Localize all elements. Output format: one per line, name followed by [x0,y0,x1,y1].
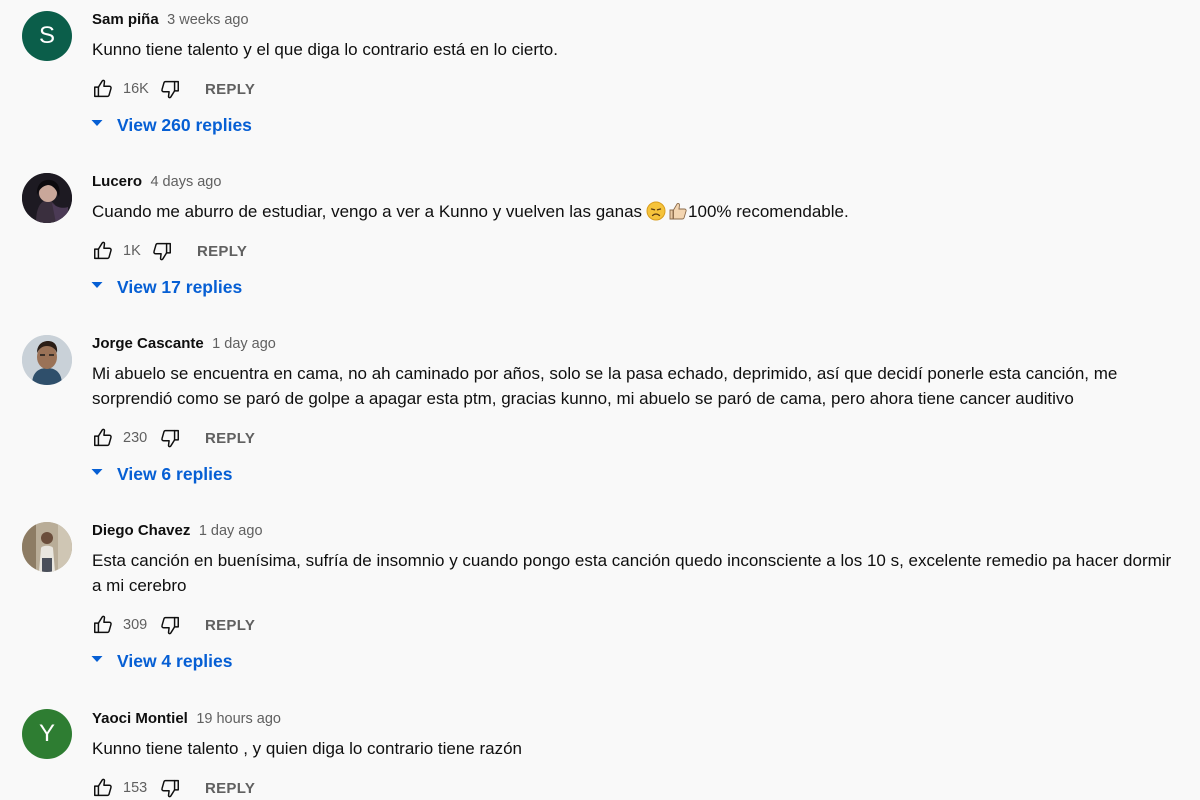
comment-timestamp[interactable]: 4 days ago [150,174,221,190]
comment-timestamp[interactable]: 19 hours ago [196,711,281,727]
author-name[interactable]: Lucero [92,173,142,190]
view-replies-button[interactable]: View 17 replies [90,275,242,299]
comment-actions: 153 REPLY [92,776,255,800]
comment-body: Yaoci Montiel 19 hours ago Kunno tiene t… [92,708,1172,761]
comment-header: Sam piña 3 weeks ago [92,9,1172,31]
thumbs-up-emoji [668,201,688,228]
view-replies-label: View 6 replies [117,463,233,484]
reply-button[interactable]: REPLY [197,243,247,260]
comment-timestamp[interactable]: 3 weeks ago [167,12,248,28]
view-replies-button[interactable]: View 260 replies [90,113,252,137]
comment-header: Diego Chavez 1 day ago [92,520,1172,542]
like-count: 16K [123,81,149,97]
author-name[interactable]: Jorge Cascante [92,335,204,352]
thumb-down-icon[interactable] [151,240,173,262]
comment-timestamp[interactable]: 1 day ago [212,336,276,352]
disappointed-face-emoji [646,201,666,228]
comment-actions: 309 REPLY [92,613,255,637]
view-replies-button[interactable]: View 6 replies [90,462,232,486]
like-count: 153 [123,780,148,796]
reply-button[interactable]: REPLY [205,430,255,447]
thumb-down-icon[interactable] [159,78,181,100]
comment-body: Jorge Cascante 1 day ago Mi abuelo se en… [92,333,1172,411]
comment-body: Sam piña 3 weeks ago Kunno tiene talento… [92,9,1172,62]
thumb-down-icon[interactable] [159,427,181,449]
comments-section: S Sam piña 3 weeks ago Kunno tiene talen… [0,0,1200,800]
comment-text: Kunno tiene talento y el que diga lo con… [92,40,558,59]
comment-text-main: Cuando me aburro de estudiar, vengo a ve… [92,202,643,221]
like-count: 230 [123,430,148,446]
like-count: 309 [123,617,148,633]
comment-timestamp[interactable]: 1 day ago [199,523,263,539]
comment-actions: 230 REPLY [92,426,255,450]
author-name[interactable]: Yaoci Montiel [92,710,188,727]
thumb-up-icon[interactable] [92,427,114,449]
avatar-letter: S [38,22,55,49]
comment-text-tail: 100% recomendable. [688,202,849,221]
avatar-photo [22,522,72,572]
comment-text: Kunno tiene talento , y quien diga lo co… [92,739,523,758]
view-replies-label: View 260 replies [117,114,252,135]
comment-header: Jorge Cascante 1 day ago [92,333,1172,355]
view-replies-button[interactable]: View 4 replies [90,649,232,673]
chevron-down-icon [90,652,104,671]
author-name[interactable]: Sam piña [92,11,159,28]
thumb-up-icon[interactable] [92,240,114,262]
thumb-up-icon[interactable] [92,614,114,636]
avatar-letter: Y [38,720,55,747]
like-count: 1K [123,243,141,259]
comment-header: Lucero 4 days ago [92,171,1172,193]
avatar[interactable]: Y [22,709,72,759]
comment-header: Yaoci Montiel 19 hours ago [92,708,1172,730]
avatar[interactable] [22,335,72,385]
comment-text: Mi abuelo se encuentra en cama, no ah ca… [92,364,1118,408]
reply-button[interactable]: REPLY [205,617,255,634]
author-name[interactable]: Diego Chavez [92,522,190,539]
thumb-up-icon[interactable] [92,78,114,100]
reply-button[interactable]: REPLY [205,81,255,98]
thumb-down-icon[interactable] [159,614,181,636]
comment-actions: 1K REPLY [92,239,247,263]
thumb-down-icon[interactable] [159,777,181,799]
comment-body: Diego Chavez 1 day ago Esta canción en b… [92,520,1172,598]
comment-text: Esta canción en buenísima, sufría de ins… [92,551,1172,595]
chevron-down-icon [90,116,104,135]
comment-text: Cuando me aburro de estudiar, vengo a ve… [92,199,1172,228]
thumb-up-icon[interactable] [92,777,114,799]
view-replies-label: View 17 replies [117,276,243,297]
view-replies-label: View 4 replies [117,650,233,671]
comment-body: Lucero 4 days ago Cuando me aburro de es… [92,171,1172,228]
avatar[interactable] [22,173,72,223]
chevron-down-icon [90,278,104,297]
avatar-photo [22,335,72,385]
avatar-photo [22,173,72,223]
avatar[interactable] [22,522,72,572]
comment-actions: 16K REPLY [92,77,255,101]
avatar[interactable]: S [22,11,72,61]
reply-button[interactable]: REPLY [205,780,255,797]
chevron-down-icon [90,465,104,484]
